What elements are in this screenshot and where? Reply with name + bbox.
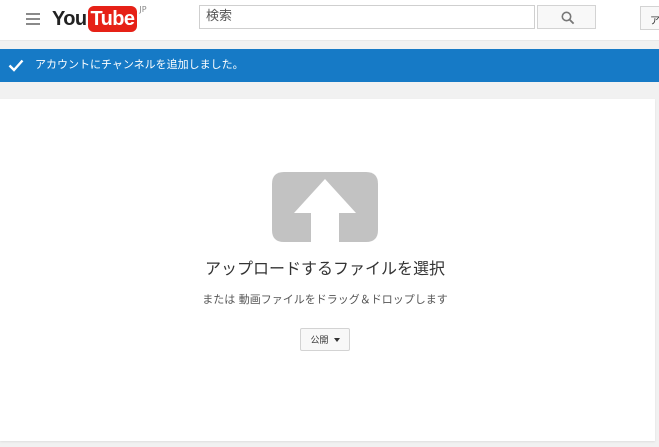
search-button[interactable] <box>537 5 596 29</box>
search-input[interactable]: 検索 <box>199 5 535 29</box>
upload-subtitle: または 動画ファイルをドラッグ＆ドロップします <box>202 293 448 306</box>
upload-panel: アップロードするファイルを選択 または 動画ファイルをドラッグ＆ドロップします … <box>0 99 655 441</box>
upload-icon[interactable] <box>272 172 378 242</box>
check-icon <box>8 59 24 72</box>
logo-text-tube: Tube <box>87 6 138 32</box>
upload-title[interactable]: アップロードするファイルを選択 <box>0 258 650 280</box>
notification-text: アカウントにチャンネルを追加しました。 <box>35 58 244 71</box>
menu-line <box>26 23 40 25</box>
account-button[interactable]: ア <box>640 6 659 30</box>
logo-text-you: You <box>52 8 87 30</box>
menu-icon[interactable] <box>26 13 40 25</box>
search-icon <box>561 11 575 25</box>
notification-bar: アカウントにチャンネルを追加しました。 <box>0 49 659 82</box>
logo-region-label: JP <box>139 5 147 14</box>
menu-line <box>26 18 40 20</box>
top-bar: You Tube JP 検索 ア <box>0 0 659 41</box>
privacy-label: 公開 <box>310 336 329 346</box>
menu-line <box>26 13 40 15</box>
youtube-logo[interactable]: You Tube JP <box>52 5 147 32</box>
privacy-dropdown[interactable]: 公開 <box>300 328 350 351</box>
chevron-down-icon <box>333 337 340 342</box>
